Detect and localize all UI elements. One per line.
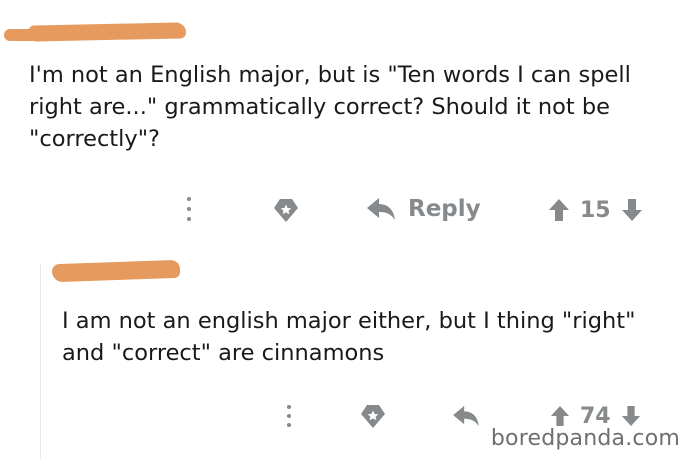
vote-controls: 74	[550, 403, 641, 429]
redacted-username	[27, 22, 187, 42]
dot	[287, 423, 291, 427]
upvote-icon[interactable]	[548, 198, 570, 222]
upvote-icon[interactable]	[550, 405, 570, 427]
thread-line	[40, 264, 41, 459]
watermark: boredpanda.com	[482, 426, 684, 451]
vote-score: 74	[580, 403, 611, 429]
reply-arrow-icon	[453, 405, 479, 427]
dot	[287, 414, 291, 418]
dot	[187, 207, 191, 211]
vote-controls: 15	[548, 196, 643, 224]
comment-body: I am not an english major either, but I …	[62, 308, 636, 366]
reply-button[interactable]	[452, 404, 480, 428]
award-button[interactable]	[359, 402, 387, 430]
dot	[187, 217, 191, 221]
more-options-button[interactable]	[286, 405, 292, 427]
downvote-icon[interactable]	[621, 405, 641, 427]
dot	[287, 405, 291, 409]
reply-button[interactable]: Reply	[366, 194, 481, 224]
dot	[187, 197, 191, 201]
redacted-username	[51, 259, 181, 283]
downvote-icon[interactable]	[621, 198, 643, 222]
award-button[interactable]	[272, 196, 300, 224]
vote-score: 15	[580, 197, 611, 223]
reply-arrow-icon	[367, 198, 395, 220]
more-options-button[interactable]	[186, 197, 192, 221]
award-icon	[361, 405, 385, 428]
award-icon	[274, 199, 298, 222]
comment-body: I'm not an English major, but is "Ten wo…	[29, 62, 631, 152]
reply-label: Reply	[408, 196, 481, 222]
